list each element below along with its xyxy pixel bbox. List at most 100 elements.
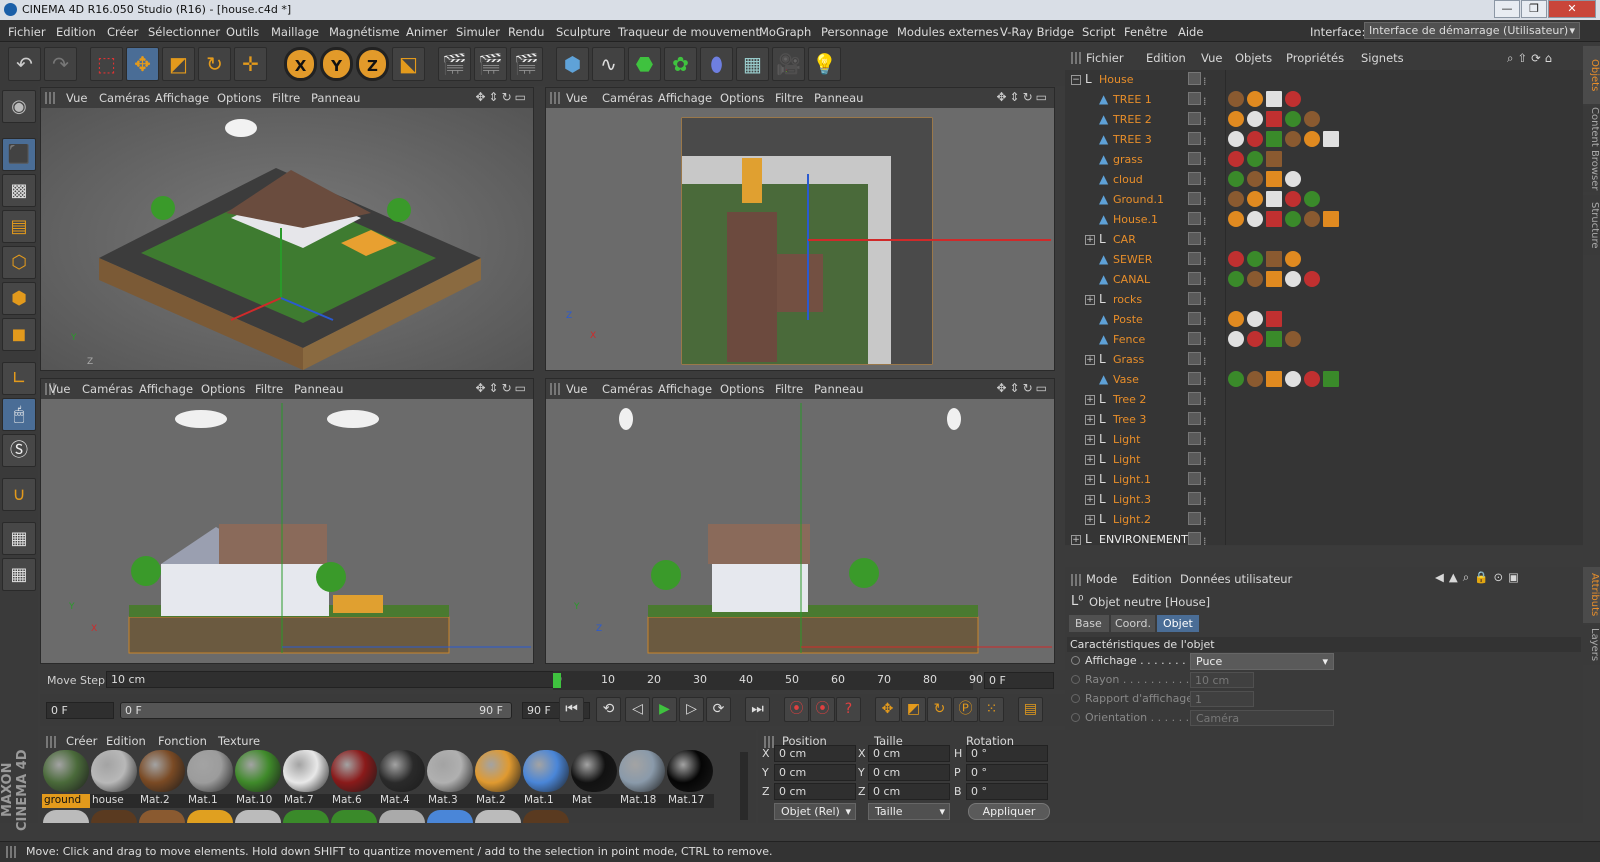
attr-tab-objet[interactable]: Objet [1157,615,1199,632]
axis-mode-button[interactable]: ∟ [2,362,36,395]
radio-icon[interactable] [1071,713,1080,722]
visibility-dots-icon[interactable]: ⁞ [1203,155,1207,168]
visibility-flags[interactable]: ⁞ [1188,532,1218,548]
material-swatch[interactable] [139,750,185,792]
affichage-dropdown[interactable]: Puce ▾ [1190,653,1334,670]
vp-menu-affichage[interactable]: Affichage [658,91,712,105]
visibility-dots-icon[interactable]: ⁞ [1203,175,1207,188]
current-frame-field[interactable]: 0 F [984,672,1054,689]
layer-flag-icon[interactable] [1188,272,1201,285]
model-mode-button[interactable]: ⬛ [2,138,36,171]
material-tag-icon[interactable] [1323,211,1339,227]
key-rotation-button[interactable]: ↻ [927,697,952,722]
vp-menu-options[interactable]: Options [720,91,764,105]
material-swatch[interactable] [475,810,521,823]
menu-fichier[interactable]: Fichier [8,25,46,39]
material-tag-icon[interactable] [1266,191,1282,207]
material-tag-icon[interactable] [1304,371,1320,387]
vp-menu-cameras[interactable]: Caméras [99,91,150,105]
radio-icon[interactable] [1071,656,1080,665]
axis-y-lock-button[interactable]: Y [320,47,353,81]
points-mode-button[interactable]: ⬡ [2,246,36,279]
object-row[interactable]: ▲ TREE 1 ⁞ [1065,90,1583,109]
material-tag-icon[interactable] [1228,331,1244,347]
expand-toggle-icon[interactable]: + [1085,515,1095,525]
vp-menu-affichage[interactable]: Affichage [155,91,209,105]
material-swatch[interactable] [523,750,569,792]
visibility-dots-icon[interactable]: ⁞ [1203,95,1207,108]
object-row[interactable]: ▲ CANAL ⁞ [1065,270,1583,289]
material-tag-icon[interactable] [1304,211,1320,227]
om-menu-edition[interactable]: Edition [1146,51,1186,65]
attr-menu-mode[interactable]: Mode [1086,572,1117,586]
material-tag-icon[interactable] [1304,111,1320,127]
viewport-front[interactable]: Vue Caméras Affichage Options Filtre Pan… [40,378,534,664]
position-field[interactable]: 0 cm [774,745,856,762]
camera-button[interactable]: 🎥 [772,47,805,81]
material-tag-icon[interactable] [1323,371,1339,387]
visibility-flags[interactable]: ⁞ [1188,392,1218,408]
material-tag-icon[interactable] [1266,251,1282,267]
material-tag-icon[interactable] [1266,271,1282,287]
attr-tab-base[interactable]: Base [1069,615,1109,632]
material-swatch[interactable] [427,750,473,792]
timeline-settings-button[interactable]: ▤ [1018,697,1043,722]
layer-flag-icon[interactable] [1188,412,1201,425]
position-field[interactable]: 0 cm [774,764,856,781]
visibility-flags[interactable]: ⁞ [1188,432,1218,448]
expand-toggle-icon[interactable]: + [1085,495,1095,505]
material-swatch[interactable] [187,750,233,792]
viewport-perspective[interactable]: Vue Caméras Affichage Options Filtre Pan… [40,87,534,371]
go-to-end-button[interactable]: ⏭ [745,697,770,722]
material-tag-icon[interactable] [1247,211,1263,227]
close-button[interactable]: ✕ [1548,0,1596,18]
vp-menu-filtre[interactable]: Filtre [255,382,283,396]
last-tool-button[interactable]: ✛ [234,47,267,81]
visibility-flags[interactable]: ⁞ [1188,152,1218,168]
timeline-ruler[interactable]: 0102030405060708090 [553,671,983,690]
coord-mode-dropdown[interactable]: Objet (Rel) ▾ [774,803,856,820]
move-step-field[interactable]: 10 cm [106,671,592,688]
render-settings-button[interactable]: 🎬 [510,47,543,81]
live-selection-button[interactable]: ⬚ [90,47,123,81]
attr-menu-edition[interactable]: Edition [1132,572,1172,586]
menu-aide[interactable]: Aide [1178,25,1203,39]
material-swatch[interactable] [283,810,329,823]
om-toolbar-icons[interactable]: ⌕⇧⟳⌂ [1507,51,1556,66]
object-row[interactable]: − L House ⁞ [1065,70,1583,89]
material-tag-icon[interactable] [1228,211,1244,227]
polygons-mode-button[interactable]: ◼ [2,318,36,351]
menu-animer[interactable]: Animer [406,25,447,39]
material-swatch[interactable] [43,810,89,823]
workplane-mode-button[interactable]: ▤ [2,210,36,243]
visibility-flags[interactable]: ⁞ [1188,472,1218,488]
expand-toggle-icon[interactable]: + [1085,395,1095,405]
frame-range-slider[interactable]: 0 F 90 F [120,702,512,719]
material-tag-icon[interactable] [1228,311,1244,327]
radio-icon[interactable] [1071,694,1080,703]
key-parameter-button[interactable]: Ⓟ [953,697,978,722]
layer-flag-icon[interactable] [1188,72,1201,85]
layer-flag-icon[interactable] [1188,232,1201,245]
expand-toggle-icon[interactable]: + [1085,415,1095,425]
texture-mode-button[interactable]: ▩ [2,174,36,207]
om-menu-objets[interactable]: Objets [1235,51,1272,65]
coordinate-system-button[interactable]: ⬕ [392,47,425,81]
visibility-flags[interactable]: ⁞ [1188,72,1218,88]
material-tag-icon[interactable] [1285,131,1301,147]
object-row[interactable]: ▲ Poste ⁞ [1065,310,1583,329]
menu-fenetre[interactable]: Fenêtre [1124,25,1167,39]
menu-personnage[interactable]: Personnage [821,25,888,39]
material-swatch[interactable] [427,810,473,823]
undo-button[interactable]: ↶ [8,47,41,81]
layer-flag-icon[interactable] [1188,392,1201,405]
object-row[interactable]: ▲ Vase ⁞ [1065,370,1583,389]
object-row[interactable]: + L Grass ⁞ [1065,350,1583,369]
visibility-dots-icon[interactable]: ⁞ [1203,375,1207,388]
deformer-button[interactable]: ⬮ [700,47,733,81]
visibility-dots-icon[interactable]: ⁞ [1203,515,1207,528]
object-row[interactable]: + L Light ⁞ [1065,450,1583,469]
rotation-field[interactable]: 0 ° [966,764,1048,781]
om-menu-fichier[interactable]: Fichier [1086,51,1124,65]
om-menu-vue[interactable]: Vue [1201,51,1222,65]
